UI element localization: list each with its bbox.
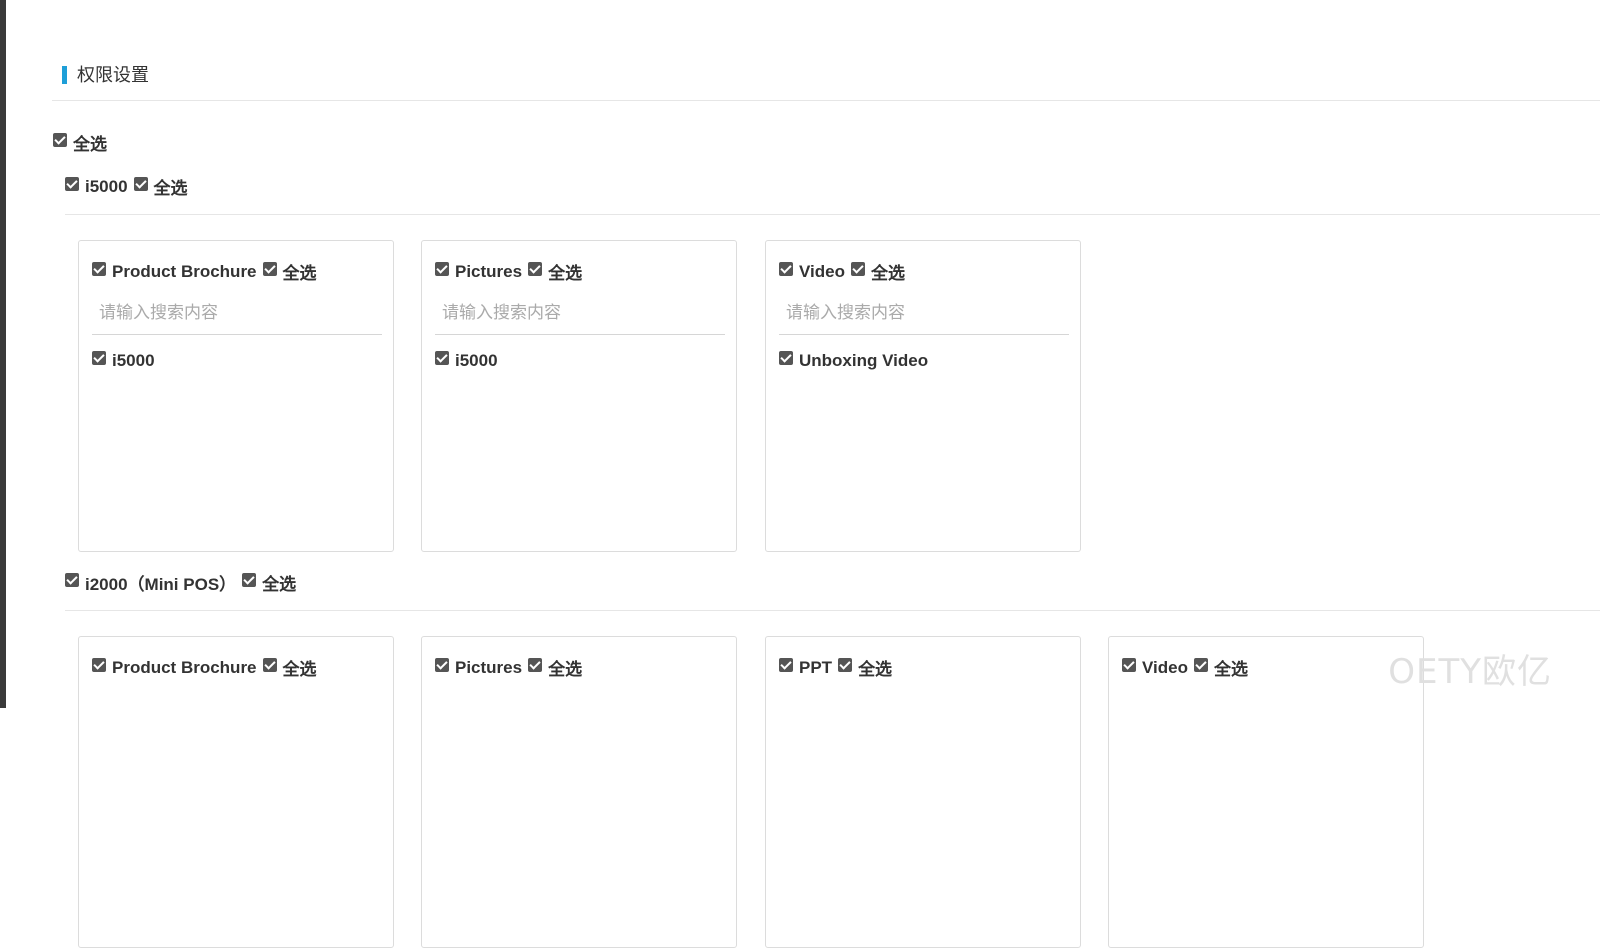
card-header[interactable]: Product Brochure 全选 bbox=[92, 259, 317, 284]
card-header[interactable]: Video 全选 bbox=[779, 259, 905, 284]
card-select-all-label: 全选 bbox=[1213, 660, 1248, 679]
card-product-brochure: Product Brochure 全选 bbox=[78, 636, 394, 948]
list-item-label: i5000 bbox=[455, 351, 498, 370]
checkbox-checked-icon[interactable] bbox=[262, 261, 277, 276]
group-divider bbox=[65, 214, 1600, 215]
checkbox-checked-icon[interactable] bbox=[65, 176, 79, 191]
group-label: i5000 bbox=[85, 176, 128, 196]
section-title-text: 权限设置 bbox=[77, 65, 149, 85]
search-input[interactable] bbox=[92, 291, 382, 335]
card-product-brochure: Product Brochure 全选 i5000 bbox=[78, 240, 394, 552]
checkbox-checked-icon[interactable] bbox=[1193, 657, 1208, 672]
checkbox-checked-icon[interactable] bbox=[528, 261, 543, 276]
left-sidebar-edge bbox=[0, 0, 6, 708]
card-pictures: Pictures 全选 i5000 bbox=[421, 240, 737, 552]
card-title: Pictures bbox=[455, 261, 523, 281]
checkbox-checked-icon[interactable] bbox=[92, 351, 106, 365]
card-select-all-label: 全选 bbox=[858, 660, 893, 679]
watermark-logo: OETY欧亿 bbox=[1388, 652, 1552, 692]
card-ppt: PPT 全选 bbox=[765, 636, 1081, 948]
card-header[interactable]: Pictures 全选 bbox=[435, 259, 582, 284]
card-video: Video 全选 Unboxing Video bbox=[765, 240, 1081, 552]
list-item[interactable]: i5000 bbox=[92, 351, 155, 371]
card-select-all-label: 全选 bbox=[548, 264, 583, 283]
checkbox-checked-icon[interactable] bbox=[779, 351, 793, 365]
search-input[interactable] bbox=[779, 291, 1069, 335]
checkbox-checked-icon[interactable] bbox=[779, 261, 793, 276]
card-select-all-label: 全选 bbox=[548, 660, 583, 679]
group-header-i2000[interactable]: i2000（Mini POS） 全选 bbox=[65, 570, 296, 595]
global-select-all-label: 全选 bbox=[73, 135, 107, 154]
card-title: Pictures bbox=[455, 657, 523, 677]
card-select-all-label: 全选 bbox=[282, 660, 317, 679]
card-title: Video bbox=[799, 261, 845, 281]
card-select-all-label: 全选 bbox=[282, 264, 317, 283]
card-title: Product Brochure bbox=[112, 261, 257, 281]
card-header[interactable]: PPT 全选 bbox=[779, 655, 892, 680]
global-select-all[interactable]: 全选 bbox=[53, 130, 107, 155]
checkbox-checked-icon[interactable] bbox=[133, 176, 148, 191]
card-pictures: Pictures 全选 bbox=[421, 636, 737, 948]
card-header[interactable]: Product Brochure 全选 bbox=[92, 655, 317, 680]
group-select-all-label: 全选 bbox=[153, 179, 188, 198]
card-header[interactable]: Video 全选 bbox=[1122, 655, 1248, 680]
checkbox-checked-icon[interactable] bbox=[242, 572, 257, 587]
search-input[interactable] bbox=[435, 291, 725, 335]
checkbox-checked-icon[interactable] bbox=[435, 261, 449, 276]
checkbox-checked-icon[interactable] bbox=[53, 132, 67, 147]
checkbox-checked-icon[interactable] bbox=[65, 572, 79, 587]
checkbox-checked-icon[interactable] bbox=[435, 657, 449, 672]
section-title: 权限设置 bbox=[62, 62, 149, 86]
title-divider bbox=[52, 100, 1600, 101]
card-header[interactable]: Pictures 全选 bbox=[435, 655, 582, 680]
checkbox-checked-icon[interactable] bbox=[528, 657, 543, 672]
list-item[interactable]: i5000 bbox=[435, 351, 498, 371]
checkbox-checked-icon[interactable] bbox=[262, 657, 277, 672]
checkbox-checked-icon[interactable] bbox=[92, 657, 106, 672]
list-item-label: i5000 bbox=[112, 351, 155, 370]
group-select-all-label: 全选 bbox=[262, 575, 297, 594]
checkbox-checked-icon[interactable] bbox=[92, 261, 106, 276]
checkbox-checked-icon[interactable] bbox=[838, 657, 853, 672]
group-label: i2000（Mini POS） bbox=[85, 575, 237, 594]
card-select-all-label: 全选 bbox=[870, 264, 905, 283]
title-accent-bar bbox=[62, 66, 67, 84]
list-item-label: Unboxing Video bbox=[799, 351, 929, 370]
card-title: Video bbox=[1142, 657, 1188, 677]
checkbox-checked-icon[interactable] bbox=[779, 657, 793, 672]
group-divider bbox=[65, 610, 1600, 611]
checkbox-checked-icon[interactable] bbox=[435, 351, 449, 365]
checkbox-checked-icon[interactable] bbox=[1122, 657, 1136, 672]
checkbox-checked-icon[interactable] bbox=[850, 261, 865, 276]
card-video: Video 全选 bbox=[1108, 636, 1424, 948]
card-title: Product Brochure bbox=[112, 657, 257, 677]
group-header-i5000[interactable]: i5000 全选 bbox=[65, 174, 188, 199]
card-title: PPT bbox=[799, 657, 833, 677]
list-item[interactable]: Unboxing Video bbox=[779, 351, 928, 371]
